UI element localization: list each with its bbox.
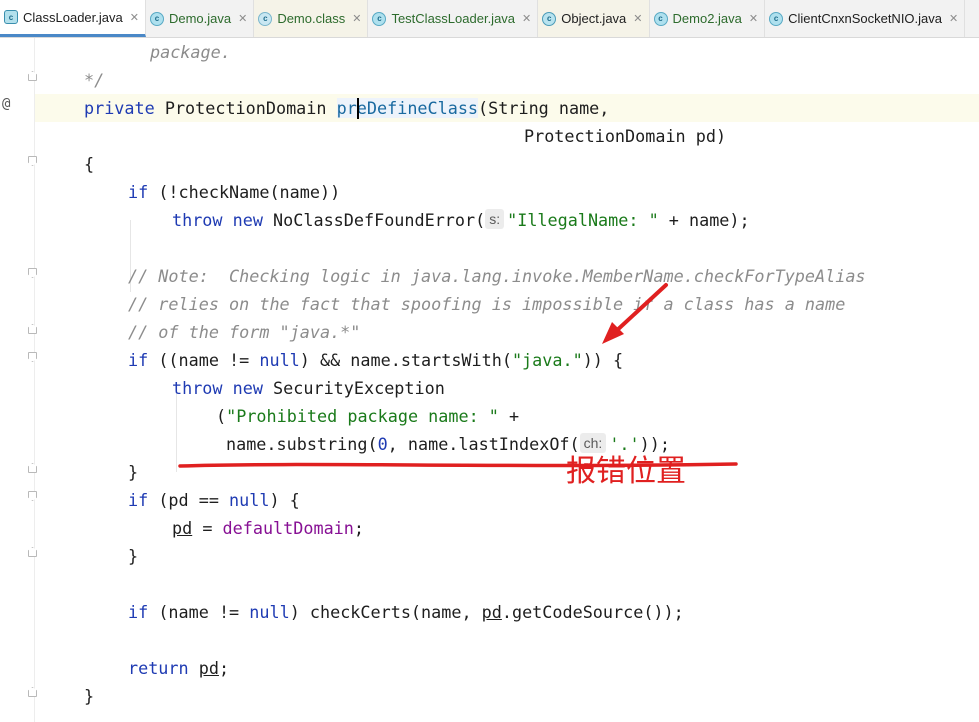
annotation-label: 报错位置 xyxy=(566,454,686,489)
annotation-arrow xyxy=(612,283,668,335)
annotation-overlay xyxy=(178,283,738,468)
